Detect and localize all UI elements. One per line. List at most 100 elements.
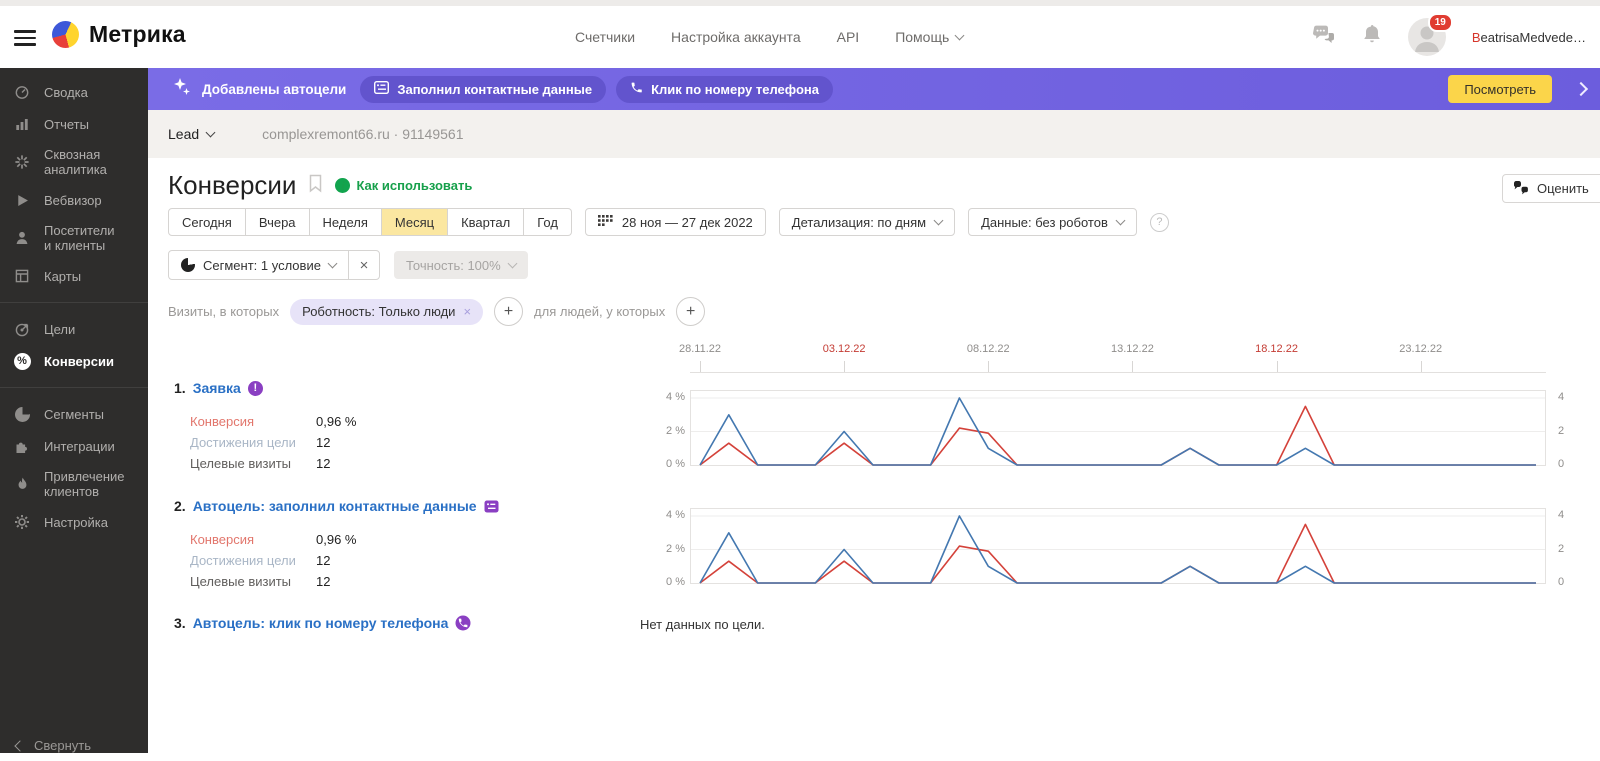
sidebar-item-label: Сегменты [44, 406, 105, 422]
sidebar-item-konversii[interactable]: % Конверсии [0, 345, 148, 377]
sidebar-item-label: Сквозная аналитика [44, 147, 107, 177]
sidebar-item-label: Интеграции [44, 438, 115, 454]
sidebar-item-posetiteli-i-klienty[interactable]: Посетители и клиенты [0, 216, 148, 260]
sidebar-item-label: Отчеты [44, 116, 89, 132]
data-filter-dropdown[interactable]: Данные: без роботов [968, 208, 1137, 236]
remove-filter-icon[interactable]: × [463, 304, 471, 319]
calendar-icon [597, 214, 613, 230]
goal-link-autogoal-contact-form[interactable]: Автоцель: заполнил контактные данные [193, 498, 477, 514]
see-autogoals-button[interactable]: Посмотреть [1448, 75, 1552, 103]
banner-pill-contact-form[interactable]: Заполнил контактные данные [360, 75, 607, 103]
axis-tick [1132, 361, 1134, 372]
y-axis-label-right: 4 [1558, 509, 1565, 521]
sidebar-item-nastroyka[interactable]: Настройка [0, 506, 148, 538]
exclamation-badge-icon: ! [247, 380, 263, 396]
page-title: Конверсии [168, 170, 297, 200]
notifications-badge: 19 [1427, 13, 1453, 32]
period-segmented-control: Сегодня Вчера Неделя Месяц Квартал Год [168, 208, 572, 236]
sidebar-item-label: Привлечение клиентов [44, 469, 125, 499]
sidebar-item-vebvizor[interactable]: Вебвизор [0, 184, 148, 216]
burst-icon [13, 153, 31, 171]
sidebar-item-label: Посетители и клиенты [44, 223, 115, 253]
period-year[interactable]: Год [524, 208, 572, 236]
sidebar-item-otchety[interactable]: Отчеты [0, 108, 148, 140]
pie-icon [13, 405, 31, 423]
form-icon [374, 80, 390, 97]
y-axis-label-left: 2 % [666, 542, 685, 555]
metrika-logo[interactable]: Метрика [52, 21, 186, 48]
goal-link-zayavka[interactable]: Заявка [193, 380, 241, 396]
axis-tick-label: 23.12.22 [1399, 343, 1443, 355]
period-today[interactable]: Сегодня [168, 208, 246, 236]
user-avatar[interactable]: 19 [1407, 13, 1453, 56]
segment-clear-button[interactable]: × [347, 251, 379, 279]
detalization-dropdown[interactable]: Детализация: по дням [778, 208, 956, 236]
banner-pill-phone-click[interactable]: Клик по номеру телефона [616, 75, 833, 103]
sidebar-item-skvoznaya-analitika[interactable]: Сквозная аналитика [0, 140, 148, 184]
bar-chart-icon [13, 115, 31, 133]
accuracy-dropdown[interactable]: Точность: 100% [393, 251, 528, 279]
banner-title: Добавлены автоцели [202, 81, 347, 97]
banner-next-icon[interactable] [1573, 81, 1589, 97]
nav-api[interactable]: API [837, 29, 860, 45]
period-quarter[interactable]: Квартал [448, 208, 525, 236]
period-month[interactable]: Месяц [381, 208, 449, 236]
help-icon[interactable]: ? [1149, 212, 1169, 232]
y-axis-label-left: 0 % [666, 576, 685, 588]
segment-dropdown[interactable]: Сегмент: 1 условие [169, 251, 348, 279]
nav-account-settings[interactable]: Настройка аккаунта [671, 29, 801, 45]
autogoals-banner: Добавлены автоцели Заполнил контактные д… [148, 68, 1600, 110]
sidebar-item-label: Вебвизор [44, 192, 102, 208]
sidebar-collapse-button[interactable]: Свернуть [0, 730, 164, 761]
username[interactable]: BeatrisaMedvede… [1472, 30, 1586, 45]
add-people-condition-button[interactable]: + [676, 297, 706, 326]
y-axis-label-right: 2 [1558, 424, 1565, 437]
counter-select[interactable]: Lead [168, 126, 216, 142]
axis-tick-label: 18.12.22 [1255, 343, 1298, 355]
sidebar-item-label: Сводка [44, 84, 88, 100]
form-badge-icon [484, 498, 500, 514]
sidebar-item-celi[interactable]: Цели [0, 313, 148, 345]
top-nav: Счетчики Настройка аккаунта API Помощь [575, 6, 965, 68]
y-axis-label-left: 2 % [666, 424, 685, 437]
no-data-message: Нет данных по цели. [640, 617, 765, 632]
gauge-icon [13, 83, 31, 101]
axis-tick [844, 361, 846, 372]
brand-name: Метрика [89, 21, 186, 47]
people-label: для людей, у которых [534, 304, 666, 319]
goal-1-stats: Конверсия 0,96 % Достижения цели 12 Целевы… [190, 414, 357, 471]
play-icon [13, 191, 31, 209]
chat-icon[interactable] [1312, 25, 1336, 50]
puzzle-icon [13, 437, 31, 455]
sidebar-item-segmenty[interactable]: Сегменты [0, 398, 148, 430]
sidebar-item-label: Цели [44, 321, 76, 337]
nav-help[interactable]: Помощь [895, 29, 965, 45]
bookmark-icon[interactable] [308, 174, 323, 198]
sidebar-item-karty[interactable]: Карты [0, 260, 148, 292]
goal-link-autogoal-phone-click[interactable]: Автоцель: клик по номеру телефона [193, 615, 449, 631]
chart-date-axis: 28.11.22 03.12.22 08.12.22 13.12.22 18.12.22… [679, 343, 1546, 373]
how-to-use-link[interactable]: i Как использовать [335, 178, 472, 193]
sidebar: Сводка Отчеты Сквозная аналитика Вебвизор По… [0, 68, 148, 753]
sidebar-item-integracii[interactable]: Интеграции [0, 430, 148, 462]
metrika-logo-icon [52, 21, 79, 48]
sparkles-icon [172, 77, 192, 102]
sidebar-item-label: Конверсии [44, 353, 114, 369]
rate-button[interactable]: Оценить [1502, 174, 1600, 203]
add-visit-condition-button[interactable]: + [494, 297, 524, 326]
hamburger-menu-icon[interactable] [14, 30, 36, 46]
goal-2-chart: 4 % 4 2 % 2 0 % 0 [648, 508, 1578, 588]
date-range-button[interactable]: 28 ноя — 27 дек 2022 [584, 208, 766, 236]
segment-pie-icon [181, 258, 195, 272]
robots-filter-chip[interactable]: Роботность: Только люди × [290, 298, 484, 325]
percent-icon: % [13, 352, 31, 370]
visits-label: Визиты, в которых [168, 304, 280, 319]
sidebar-item-privlechenie-klientov[interactable]: Привлечение клиентов [0, 462, 148, 506]
period-yesterday[interactable]: Вчера [245, 208, 310, 236]
chevron-down-icon [954, 30, 965, 40]
bell-icon[interactable] [1362, 24, 1382, 51]
period-toolbar: Сегодня Вчера Неделя Месяц Квартал Год 2… [168, 208, 1169, 236]
nav-counters[interactable]: Счетчики [575, 29, 635, 45]
period-week[interactable]: Неделя [309, 208, 382, 236]
sidebar-item-svodka[interactable]: Сводка [0, 76, 148, 108]
